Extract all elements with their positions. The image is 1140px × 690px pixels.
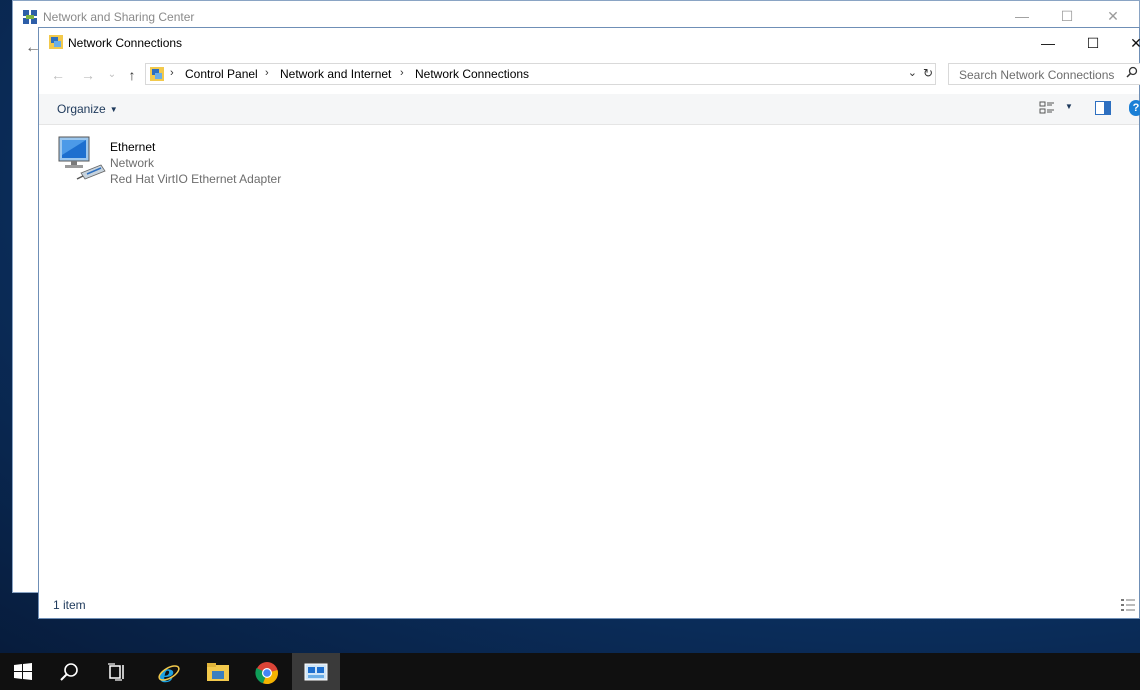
search-icon[interactable] — [1126, 66, 1138, 78]
breadcrumb-network-and-internet[interactable]: Network and Internet — [280, 67, 391, 81]
start-icon — [14, 663, 32, 680]
address-bar[interactable]: › Control Panel › Network and Internet ›… — [145, 63, 936, 85]
connection-name: Ethernet — [110, 140, 156, 154]
list-item[interactable]: Ethernet Network Red Hat VirtIO Ethernet… — [53, 133, 293, 186]
refresh-button[interactable]: ↻ — [923, 66, 933, 80]
taskbar: e — [0, 653, 1140, 690]
item-count: 1 item — [53, 598, 86, 612]
change-view-icon[interactable] — [1039, 101, 1055, 115]
breadcrumb-separator[interactable]: › — [265, 67, 269, 79]
breadcrumb-separator[interactable]: › — [170, 67, 174, 79]
network-adapter-icon — [58, 136, 106, 180]
file-explorer-icon — [207, 663, 229, 681]
back-window-title: Network and Sharing Center — [43, 10, 195, 24]
back-button[interactable]: ← — [49, 66, 67, 84]
start-button[interactable] — [0, 653, 48, 690]
titlebar[interactable]: Network Connections — ☐ ✕ — [39, 28, 1140, 58]
back-minimize-button[interactable]: — — [1013, 7, 1031, 25]
help-button[interactable]: ? — [1129, 100, 1140, 116]
chevron-down-icon: ▼ — [109, 105, 118, 114]
details-view-icon[interactable] — [1121, 599, 1135, 611]
forward-button[interactable]: → — [79, 66, 97, 84]
taskbar-network-window[interactable] — [292, 653, 340, 690]
connection-adapter: Red Hat VirtIO Ethernet Adapter — [110, 172, 282, 186]
preview-pane-icon[interactable] — [1095, 101, 1111, 115]
search-box[interactable] — [948, 63, 1140, 85]
up-button[interactable]: ↑ — [123, 66, 141, 84]
search-input[interactable] — [957, 65, 1126, 85]
task-view-icon — [108, 663, 124, 681]
taskbar-file-explorer[interactable] — [194, 653, 242, 690]
chrome-icon — [255, 662, 278, 685]
minimize-button[interactable]: — — [1037, 33, 1059, 53]
back-maximize-button[interactable]: ☐ — [1058, 7, 1076, 25]
window-title: Network Connections — [68, 36, 183, 50]
network-connections-icon — [49, 35, 63, 49]
close-button[interactable]: ✕ — [1125, 33, 1140, 53]
search-icon — [60, 663, 78, 681]
maximize-button[interactable]: ☐ — [1082, 33, 1104, 53]
back-close-button[interactable]: ✕ — [1104, 7, 1122, 25]
network-center-icon — [23, 10, 37, 24]
network-connections-window[interactable]: Network Connections — ☐ ✕ ← → ⌄ ↑ › Cont… — [38, 27, 1140, 619]
status-bar: 1 item — [39, 592, 1139, 618]
internet-explorer-icon: e — [158, 661, 180, 685]
recent-locations-button[interactable]: ⌄ — [103, 66, 121, 84]
view-options-chevron-icon[interactable]: ▼ — [1065, 102, 1073, 111]
control-panel-icon — [150, 67, 164, 81]
navigation-bar: ← → ⌄ ↑ › Control Panel › Network and In… — [39, 63, 1140, 89]
network-window-icon — [304, 663, 328, 681]
taskbar-chrome[interactable] — [243, 653, 291, 690]
breadcrumb-control-panel[interactable]: Control Panel — [185, 67, 258, 81]
taskbar-internet-explorer[interactable]: e — [145, 653, 193, 690]
organize-button[interactable]: Organize ▼ — [57, 102, 118, 116]
breadcrumb-network-connections[interactable]: Network Connections — [415, 67, 529, 81]
connection-status: Network — [110, 156, 155, 170]
connections-list: Ethernet Network Red Hat VirtIO Ethernet… — [39, 125, 1139, 592]
address-dropdown-button[interactable]: ⌄ — [908, 66, 917, 79]
command-bar: Organize ▼ ▼ ? — [39, 94, 1140, 125]
organize-label: Organize — [57, 102, 106, 116]
taskbar-search-button[interactable] — [46, 653, 94, 690]
task-view-button[interactable] — [94, 653, 142, 690]
breadcrumb-separator[interactable]: › — [400, 67, 404, 79]
